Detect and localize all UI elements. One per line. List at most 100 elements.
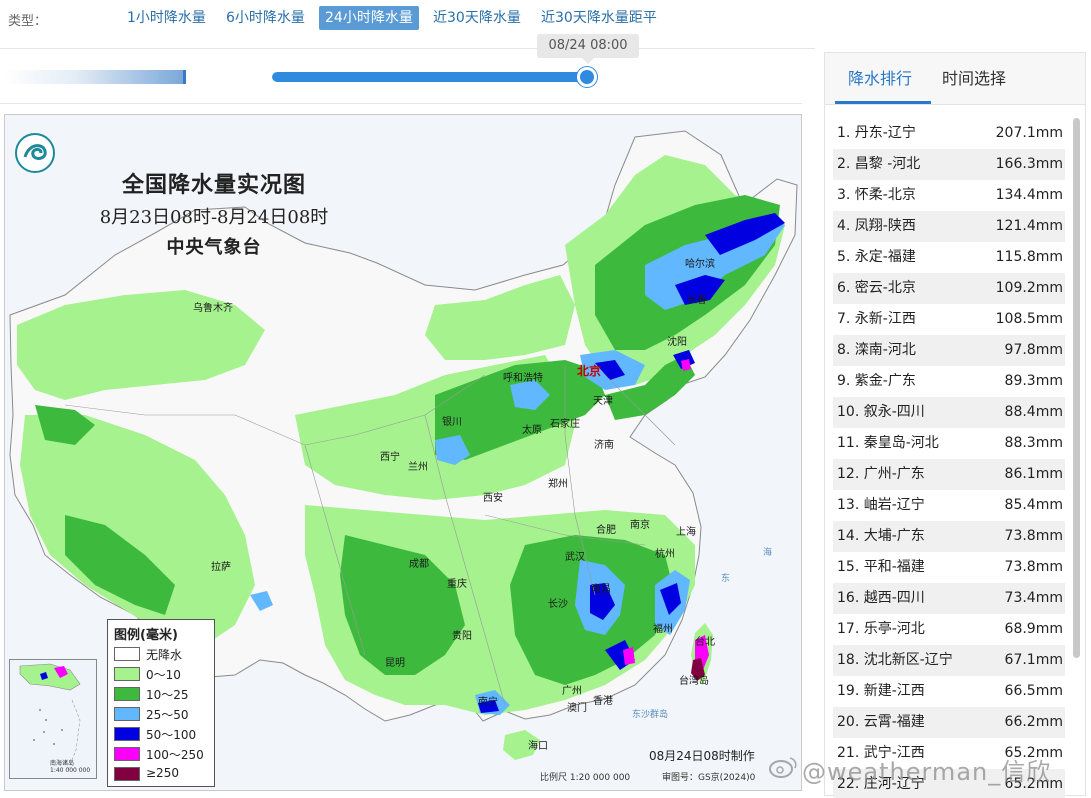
city-label: 石家庄: [550, 419, 580, 430]
map-title: 全国降水量实况图: [121, 172, 306, 198]
map-legend: 图例(毫米) 无降水 0～10 10～25 25～50 50～100 100～2…: [107, 619, 215, 787]
city-label: 澳门: [567, 703, 587, 714]
time-slider-fill: [272, 72, 590, 82]
ranking-row[interactable]: 16. 越西-四川 73.4mm: [833, 583, 1065, 614]
legend-swatch: [114, 647, 140, 661]
city-label: 西安: [483, 493, 503, 504]
tab-30d-precip[interactable]: 近30天降水量: [427, 6, 527, 30]
precip-value: 66.2mm: [1004, 714, 1063, 730]
ranking-row[interactable]: 2. 昌黎 -河北 166.3mm: [833, 149, 1065, 180]
time-slider-handle[interactable]: [577, 67, 597, 87]
ranking-row[interactable]: 12. 广州-广东 86.1mm: [833, 459, 1065, 490]
city-label: 重庆: [447, 579, 467, 590]
ranking-row[interactable]: 14. 大埔-广东 73.8mm: [833, 521, 1065, 552]
divider: [0, 48, 815, 49]
city-label: 合肥: [596, 525, 616, 536]
capital-label: 北京: [577, 364, 602, 378]
south-china-sea-inset: 南海诸岛 1:40 000 000: [9, 659, 97, 779]
precip-value: 166.3mm: [995, 156, 1063, 172]
station-name: 13. 岫岩-辽宁: [837, 497, 925, 513]
ranking-row[interactable]: 20. 云霄-福建 66.2mm: [833, 707, 1065, 738]
city-label: 天津: [593, 396, 613, 407]
city-label: 福州: [653, 624, 673, 635]
ranking-row[interactable]: 9. 紫金-广东 89.3mm: [833, 366, 1065, 397]
time-tooltip: 08/24 08:00: [537, 34, 639, 58]
scrollbar[interactable]: [1073, 118, 1080, 658]
station-name: 8. 滦南-河北: [837, 342, 916, 358]
tab-1h-precip[interactable]: 1小时降水量: [121, 6, 212, 30]
ranking-row[interactable]: 19. 新建-江西 66.5mm: [833, 676, 1065, 707]
city-label: 广州: [562, 686, 582, 697]
ranking-row[interactable]: 18. 沈北新区-辽宁 67.1mm: [833, 645, 1065, 676]
city-label: 兰州: [408, 462, 428, 473]
station-name: 14. 大埔-广东: [837, 528, 925, 544]
ranking-row[interactable]: 6. 密云-北京 109.2mm: [833, 273, 1065, 304]
city-label: 南宁: [478, 697, 498, 708]
tab-time-select[interactable]: 时间选择: [942, 65, 1006, 89]
ranking-row[interactable]: 1. 丹东-辽宁 207.1mm: [833, 118, 1065, 149]
station-name: 16. 越西-四川: [837, 590, 925, 606]
tab-24h-precip[interactable]: 24小时降水量: [319, 6, 419, 30]
watermark: @weatherman_信欣: [802, 758, 1052, 786]
divider: [0, 103, 802, 104]
legend-label: 100～250: [146, 748, 204, 762]
legend-swatch: [114, 667, 140, 681]
precip-value: 89.3mm: [1004, 373, 1063, 389]
legend-item: ≥250: [114, 766, 214, 782]
city-label: 西宁: [380, 452, 400, 463]
city-label: 呼和浩特: [503, 373, 543, 384]
city-label: 哈尔滨: [685, 259, 715, 270]
legend-swatch: [114, 687, 140, 701]
map-subtitle: 8月23日08时-8月24日08时: [99, 207, 329, 228]
ranking-row[interactable]: 8. 滦南-河北 97.8mm: [833, 335, 1065, 366]
station-name: 15. 平和-福建: [837, 559, 925, 575]
legend-item: 10～25: [114, 686, 214, 702]
city-label: 台北: [695, 637, 715, 648]
city-label: 郑州: [548, 479, 568, 490]
legend-title: 图例(毫米): [114, 628, 178, 643]
city-label: 成都: [409, 559, 429, 570]
station-name: 11. 秦皇岛-河北: [837, 435, 939, 451]
city-label: 上海: [676, 527, 696, 538]
map-approval-number: 审图号：GS京(2024)0: [662, 773, 756, 783]
ranking-row[interactable]: 5. 永定-福建 115.8mm: [833, 242, 1065, 273]
map-scale: 比例尺 1:20 000 000: [540, 773, 631, 783]
legend-label: 50～100: [146, 728, 197, 742]
tab-precip-ranking[interactable]: 降水排行: [848, 65, 912, 89]
time-slider-track[interactable]: [272, 72, 590, 82]
city-label: 香港: [593, 696, 613, 707]
precip-value: 108.5mm: [995, 311, 1063, 327]
city-label: 银川: [442, 417, 462, 428]
ranking-list[interactable]: 1. 丹东-辽宁 207.1mm 2. 昌黎 -河北 166.3mm 3. 怀柔-北京 1…: [833, 118, 1065, 798]
legend-swatch: [114, 747, 140, 761]
city-label: 长沙: [548, 599, 568, 610]
precip-value: 134.4mm: [995, 187, 1063, 203]
map-agency: 中央气象台: [166, 237, 262, 258]
tab-30d-anomaly[interactable]: 近30天降水量距平: [535, 6, 663, 30]
legend-item: 50～100: [114, 726, 214, 742]
ranking-row[interactable]: 7. 永新-江西 108.5mm: [833, 304, 1065, 335]
precip-value: 86.1mm: [1004, 466, 1063, 482]
sea-label: 东沙群岛: [632, 710, 669, 720]
city-label: 沈阳: [667, 337, 687, 348]
weibo-icon: [769, 757, 797, 778]
ranking-row[interactable]: 10. 叙永-四川 88.4mm: [833, 397, 1065, 428]
ranking-row[interactable]: 13. 岫岩-辽宁 85.4mm: [833, 490, 1065, 521]
ranking-row[interactable]: 4. 凤翔-陕西 121.4mm: [833, 211, 1065, 242]
city-label: 昆明: [385, 658, 405, 669]
tab-6h-precip[interactable]: 6小时降水量: [220, 6, 311, 30]
ranking-row[interactable]: 17. 乐亭-河北 68.9mm: [833, 614, 1065, 645]
ranking-row[interactable]: 11. 秦皇岛-河北 88.3mm: [833, 428, 1065, 459]
active-tab-indicator: [835, 101, 931, 104]
legend-label: 0～10: [146, 668, 181, 682]
ranking-row[interactable]: 15. 平和-福建 73.8mm: [833, 552, 1065, 583]
ranking-row[interactable]: 3. 怀柔-北京 134.4mm: [833, 180, 1065, 211]
city-label: 乌鲁木齐: [193, 303, 233, 314]
legend-swatch: [114, 707, 140, 721]
type-label: 类型：: [8, 14, 48, 29]
city-label: 南昌: [591, 584, 611, 595]
sea-label: 东: [721, 574, 731, 584]
precipitation-map[interactable]: 全国降水量实况图 8月23日08时-8月24日08时 中央气象台 乌鲁木齐 哈尔…: [4, 114, 802, 791]
timeline-fade-bar: [4, 70, 186, 84]
legend-label: 25～50: [146, 708, 189, 722]
